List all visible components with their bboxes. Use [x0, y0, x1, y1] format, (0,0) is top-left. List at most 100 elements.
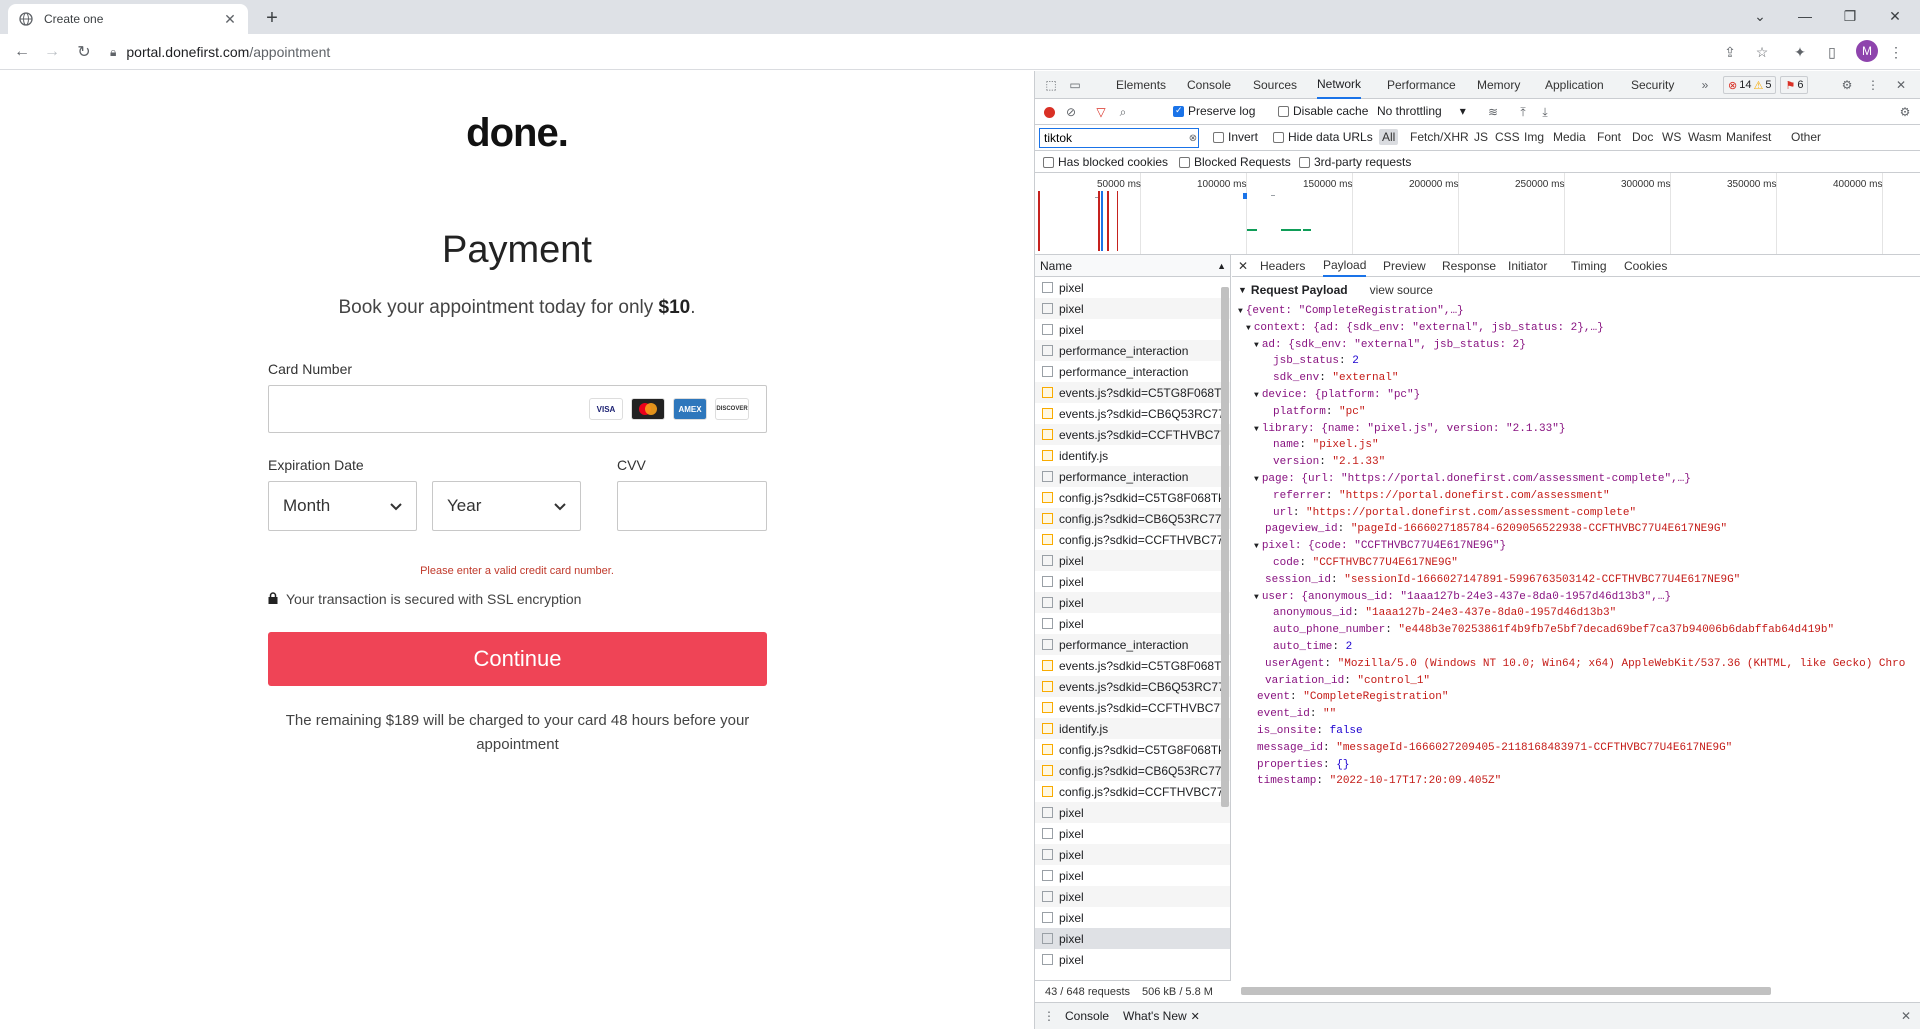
request-row[interactable]: pixel	[1035, 844, 1230, 865]
payload-line[interactable]: ▼ page: {url: "https://portal.donefirst.c…	[1238, 471, 1920, 488]
request-row[interactable]: events.js?sdkid=CCFTHVBC77	[1035, 697, 1230, 718]
tab-headers[interactable]: Headers	[1260, 255, 1305, 277]
request-row[interactable]: pixel	[1035, 865, 1230, 886]
type-filter-js[interactable]: JS	[1471, 129, 1491, 145]
request-row[interactable]: config.js?sdkid=CB6Q53RC77	[1035, 508, 1230, 529]
payload-line[interactable]: ▼ ad: {sdk_env: "external", jsb_status: 2…	[1238, 337, 1920, 354]
has-blocked-cookies-checkbox[interactable]: Has blocked cookies	[1043, 155, 1168, 169]
import-har-icon[interactable]: ⤒	[1515, 104, 1531, 120]
network-overview-timeline[interactable]: 50000 ms 100000 ms 150000 ms 200000 ms 2…	[1035, 173, 1920, 255]
request-row[interactable]: events.js?sdkid=CB6Q53RC77	[1035, 676, 1230, 697]
tab-network[interactable]: Network	[1317, 71, 1362, 99]
payload-line[interactable]: ▼ context: {ad: {sdk_env: "external", jsb…	[1238, 320, 1920, 337]
third-party-checkbox[interactable]: 3rd-party requests	[1299, 155, 1411, 169]
drawer-menu-icon[interactable]: ⋮	[1043, 1009, 1055, 1023]
cvv-input[interactable]	[617, 481, 767, 531]
type-filter-all[interactable]: All	[1379, 129, 1399, 145]
drawer-tab-console[interactable]: Console	[1065, 1009, 1109, 1023]
request-row[interactable]: performance_interaction	[1035, 340, 1230, 361]
devtools-close-icon[interactable]: ✕	[1893, 77, 1909, 93]
tab-security[interactable]: Security	[1631, 71, 1674, 99]
request-list-scrollbar[interactable]	[1221, 287, 1229, 807]
device-toolbar-icon[interactable]: ▭	[1067, 77, 1083, 93]
restore-button[interactable]: ❐	[1830, 4, 1870, 28]
request-row[interactable]: performance_interaction	[1035, 466, 1230, 487]
continue-button[interactable]: Continue	[268, 632, 767, 686]
disable-cache-checkbox[interactable]: Disable cache	[1278, 104, 1368, 118]
type-filter-wasm[interactable]: Wasm	[1685, 129, 1725, 145]
drawer-tab-close-icon[interactable]: ✕	[1191, 1010, 1200, 1023]
menu-icon[interactable]: ⋮	[1886, 42, 1906, 62]
clear-filter-icon[interactable]: ⊗	[1185, 130, 1201, 146]
type-filter-doc[interactable]: Doc	[1629, 129, 1656, 145]
request-row[interactable]: config.js?sdkid=CB6Q53RC77	[1035, 760, 1230, 781]
tab-search-icon[interactable]: ⌄	[1740, 4, 1780, 28]
request-row[interactable]: performance_interaction	[1035, 361, 1230, 382]
search-icon[interactable]: ⌕	[1115, 104, 1131, 120]
record-icon[interactable]	[1041, 104, 1057, 120]
tab-payload[interactable]: Payload	[1323, 255, 1367, 277]
year-select[interactable]: Year	[432, 481, 581, 531]
issue-badges[interactable]: ⊗ 14 ⚠ 5 ⚑ 6	[1723, 75, 1809, 95]
error-badge[interactable]: ⊗ 14 ⚠ 5	[1723, 76, 1777, 94]
drawer-close-icon[interactable]: ✕	[1901, 1009, 1911, 1023]
request-row[interactable]: config.js?sdkid=C5TG8F068Tk	[1035, 487, 1230, 508]
payload-line[interactable]: ▼ library: {name: "pixel.js", version: "2…	[1238, 421, 1920, 438]
forward-button[interactable]: →	[40, 40, 64, 64]
tab-timing[interactable]: Timing	[1571, 255, 1607, 277]
tab-memory[interactable]: Memory	[1477, 71, 1520, 99]
reload-button[interactable]: ↻	[72, 40, 96, 64]
bookmark-star-icon[interactable]: ☆	[1752, 42, 1772, 62]
type-filter-css[interactable]: CSS	[1492, 129, 1523, 145]
extensions-icon[interactable]: ✦	[1790, 42, 1810, 62]
card-number-input[interactable]: VISA AMEX DISCOVER	[268, 385, 767, 433]
type-filter-ws[interactable]: WS	[1659, 129, 1684, 145]
issues-badge[interactable]: ⚑ 6	[1780, 76, 1809, 94]
preserve-log-checkbox[interactable]: Preserve log	[1173, 104, 1255, 118]
type-filter-fetch-xhr[interactable]: Fetch/XHR	[1407, 129, 1472, 145]
minimize-button[interactable]: —	[1785, 4, 1825, 28]
tab-console[interactable]: Console	[1187, 71, 1231, 99]
request-row[interactable]: pixel	[1035, 928, 1230, 949]
blocked-requests-checkbox[interactable]: Blocked Requests	[1179, 155, 1291, 169]
filter-icon[interactable]: ▽	[1093, 104, 1109, 120]
request-row[interactable]: pixel	[1035, 550, 1230, 571]
request-row[interactable]: pixel	[1035, 592, 1230, 613]
payload-line[interactable]: ▼ user: {anonymous_id: "1aaa127b-24e3-437…	[1238, 589, 1920, 606]
request-row[interactable]: pixel	[1035, 613, 1230, 634]
tab-performance[interactable]: Performance	[1387, 71, 1456, 99]
side-panel-icon[interactable]: ▯	[1822, 42, 1842, 62]
devtools-menu-icon[interactable]: ⋮	[1865, 77, 1881, 93]
more-tabs-icon[interactable]: »	[1697, 77, 1713, 93]
browser-tab[interactable]: Create one ✕	[8, 4, 248, 34]
payload-line[interactable]: ▼ {event: "CompleteRegistration",…}	[1238, 303, 1920, 320]
filter-input[interactable]	[1039, 128, 1199, 148]
network-conditions-icon[interactable]: ≋	[1485, 104, 1501, 120]
type-filter-media[interactable]: Media	[1550, 129, 1589, 145]
request-row[interactable]: config.js?sdkid=C5TG8F068Tk	[1035, 739, 1230, 760]
request-row[interactable]: identify.js	[1035, 718, 1230, 739]
share-icon[interactable]: ⇪	[1720, 42, 1740, 62]
request-row[interactable]: events.js?sdkid=CCFTHVBC77	[1035, 424, 1230, 445]
view-source-link[interactable]: view source	[1370, 283, 1433, 297]
payload-line[interactable]: ▼ device: {platform: "pc"}	[1238, 387, 1920, 404]
type-filter-img[interactable]: Img	[1521, 129, 1547, 145]
tab-sources[interactable]: Sources	[1253, 71, 1297, 99]
profile-avatar[interactable]: M	[1856, 40, 1878, 62]
settings-gear-icon[interactable]: ⚙	[1839, 77, 1855, 93]
tab-cookies[interactable]: Cookies	[1624, 255, 1667, 277]
request-row[interactable]: pixel	[1035, 949, 1230, 970]
new-tab-button[interactable]: +	[258, 6, 286, 30]
request-row[interactable]: pixel	[1035, 886, 1230, 907]
export-har-icon[interactable]: ⤓	[1537, 104, 1553, 120]
tab-response[interactable]: Response	[1442, 255, 1496, 277]
tab-close-icon[interactable]: ✕	[222, 11, 238, 27]
type-filter-manifest[interactable]: Manifest	[1723, 129, 1774, 145]
hide-data-urls-checkbox[interactable]: Hide data URLs	[1273, 130, 1373, 144]
request-row[interactable]: pixel	[1035, 319, 1230, 340]
tab-preview[interactable]: Preview	[1383, 255, 1426, 277]
throttling-select[interactable]: No throttling ▾	[1377, 104, 1466, 118]
payload-section-header[interactable]: ▼ Request Payload view source	[1232, 281, 1920, 299]
window-close-button[interactable]: ✕	[1875, 4, 1915, 28]
request-row[interactable]: events.js?sdkid=C5TG8F068T	[1035, 655, 1230, 676]
